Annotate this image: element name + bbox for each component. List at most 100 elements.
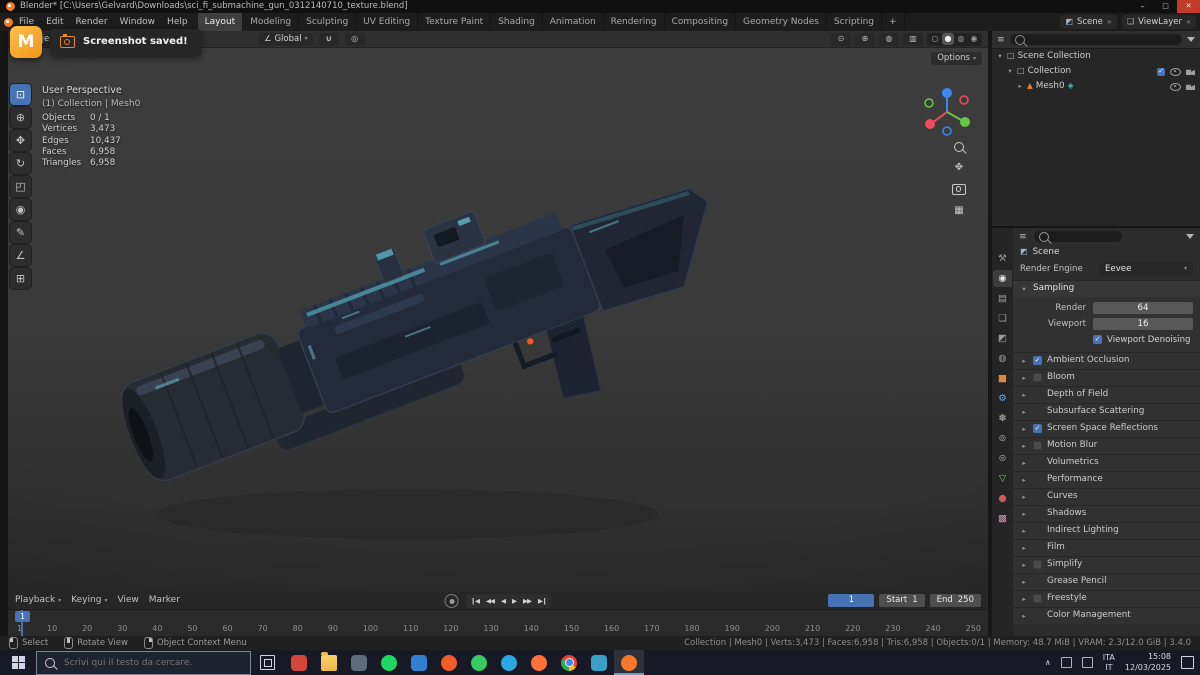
play-button[interactable]: ▶ <box>512 598 517 605</box>
outliner-row-mesh0[interactable]: ▸ Mesh0 <box>992 79 1200 94</box>
timeline-menu[interactable]: Playback <box>15 596 61 605</box>
property-section-header[interactable]: ▸ Screen Space Reflections <box>1013 419 1200 437</box>
outliner-row-scene-collection[interactable]: ▾ Scene Collection <box>992 49 1200 64</box>
workspace-tab[interactable]: Compositing <box>665 13 737 31</box>
tab-object[interactable]: ■ <box>993 370 1012 387</box>
tab-output[interactable]: ▤ <box>993 290 1012 307</box>
eye-icon[interactable] <box>1170 67 1181 76</box>
tool-annotate[interactable]: ✎ <box>10 222 31 243</box>
property-section-header[interactable]: ▸ Color Management <box>1013 606 1200 624</box>
end-frame-field[interactable]: End 250 <box>929 594 981 607</box>
unlink-scene-icon[interactable] <box>1107 18 1112 27</box>
section-checkbox[interactable] <box>1033 356 1042 366</box>
eye-icon[interactable] <box>1170 82 1181 91</box>
magnet-icon[interactable] <box>318 32 339 46</box>
editor-type-icon[interactable] <box>997 35 1005 45</box>
options-dropdown[interactable]: Options <box>931 52 982 65</box>
taskbar-whatsapp-icon[interactable] <box>464 650 494 675</box>
workspace-tab[interactable]: Modeling <box>243 13 300 31</box>
tab-modifiers[interactable]: ⚙ <box>993 390 1012 407</box>
tab-constraints[interactable]: ⊜ <box>993 450 1012 467</box>
render-samples-field[interactable]: 64 <box>1093 301 1193 314</box>
close-button[interactable] <box>1177 0 1200 13</box>
zoom-icon[interactable] <box>954 142 964 152</box>
visibility-icon[interactable] <box>831 32 851 46</box>
taskbar-mail-icon[interactable] <box>404 650 434 675</box>
overlays-icon[interactable] <box>879 32 899 46</box>
shading-solid-icon[interactable] <box>942 33 954 45</box>
tab-physics[interactable]: ⊚ <box>993 430 1012 447</box>
taskbar-telegram-icon[interactable] <box>494 650 524 675</box>
jump-to-start-button[interactable]: ❙◀ <box>471 598 481 605</box>
workspace-tab[interactable]: Texture Paint <box>418 13 492 31</box>
search-input[interactable] <box>62 656 236 669</box>
tray-icon[interactable] <box>1060 657 1072 668</box>
playhead-frame-badge[interactable]: 1 <box>15 611 31 622</box>
section-checkbox[interactable] <box>1033 441 1042 451</box>
shading-rendered-icon[interactable] <box>968 33 980 45</box>
xray-icon[interactable] <box>903 32 923 46</box>
language-indicator[interactable]: ITA IT <box>1103 653 1115 673</box>
render-visibility-icon[interactable] <box>1186 69 1195 75</box>
tab-render[interactable]: ◉ <box>993 270 1012 287</box>
maximize-button[interactable] <box>1154 0 1177 13</box>
taskbar-file-explorer-icon[interactable] <box>314 650 344 675</box>
workspace-tab[interactable]: Animation <box>543 13 604 31</box>
auto-keying-icon[interactable] <box>444 594 459 608</box>
scene-selector[interactable]: Scene <box>1060 15 1117 29</box>
property-section-header[interactable]: ▸ Volumetrics <box>1013 453 1200 471</box>
tray-chevron-icon[interactable] <box>1045 659 1051 667</box>
tab-texture[interactable]: ▩ <box>993 510 1012 527</box>
clock[interactable]: 15:08 12/03/2025 <box>1125 652 1171 673</box>
property-section-header[interactable]: ▸ Film <box>1013 538 1200 556</box>
section-checkbox[interactable] <box>1033 424 1042 434</box>
property-section-header[interactable]: ▸ Simplify <box>1013 555 1200 573</box>
outliner-search-input[interactable] <box>1009 34 1182 45</box>
taskbar-app-slate-icon[interactable] <box>344 650 374 675</box>
tool-transform[interactable]: ◉ <box>10 199 31 220</box>
taskbar-spotify-icon[interactable] <box>374 650 404 675</box>
taskbar-app-red-icon[interactable] <box>284 650 314 675</box>
taskbar-chrome-icon[interactable] <box>554 650 584 675</box>
tool-move[interactable]: ✥ <box>10 130 31 151</box>
tab-particles[interactable]: ✽ <box>993 410 1012 427</box>
tab-view-layer[interactable]: ❏ <box>993 310 1012 327</box>
timeline-ruler[interactable]: 1 1 10 20 30 40 50 60 70 80 90 100 110 120 130 140 150 1… <box>8 610 988 637</box>
property-section-header[interactable]: ▸ Subsurface Scattering <box>1013 402 1200 420</box>
start-button[interactable] <box>0 650 36 675</box>
tray-icon[interactable] <box>1081 657 1093 668</box>
section-checkbox[interactable] <box>1033 373 1042 383</box>
current-frame-field[interactable]: 1 <box>828 594 875 607</box>
property-section-header[interactable]: ▸ Bloom <box>1013 368 1200 386</box>
pan-hand-icon[interactable] <box>955 163 963 173</box>
section-checkbox[interactable] <box>1033 594 1042 604</box>
remove-viewlayer-icon[interactable] <box>1186 18 1191 27</box>
render-engine-dropdown[interactable]: Eevee <box>1099 261 1193 276</box>
sampling-panel-header[interactable]: ▾ Sampling <box>1013 279 1200 297</box>
chevron-right-icon[interactable]: ▸ <box>1016 83 1024 90</box>
shading-wireframe-icon[interactable] <box>929 33 941 45</box>
chevron-down-icon[interactable]: ▾ <box>1006 68 1014 75</box>
navigation-gizmo[interactable] <box>920 84 974 138</box>
next-keyframe-button[interactable]: ▶▶ <box>523 598 532 605</box>
taskbar-blender-icon[interactable] <box>614 650 644 675</box>
viewlayer-selector[interactable]: ViewLayer <box>1121 15 1196 29</box>
play-reverse-button[interactable]: ◀ <box>501 598 506 605</box>
jump-to-end-button[interactable]: ▶❙ <box>538 598 548 605</box>
collection-checkbox[interactable] <box>1157 67 1165 76</box>
property-section-header[interactable]: ▸ Ambient Occlusion <box>1013 351 1200 369</box>
filter-funnel-icon[interactable] <box>1187 37 1195 42</box>
property-section-header[interactable]: ▸ Performance <box>1013 470 1200 488</box>
gun-model-3d[interactable] <box>88 118 768 558</box>
filter-funnel-icon[interactable] <box>1186 234 1194 239</box>
tool-measure[interactable]: ∠ <box>10 245 31 266</box>
tool-cursor[interactable]: ⊕ <box>10 107 31 128</box>
tool-add-cube[interactable]: ⊞ <box>10 268 31 289</box>
taskbar-brave-icon[interactable] <box>434 650 464 675</box>
workspace-tab[interactable]: + <box>882 13 905 31</box>
prev-keyframe-button[interactable]: ◀◀ <box>486 598 495 605</box>
timeline-menu[interactable]: View <box>117 596 138 605</box>
chevron-down-icon[interactable]: ▾ <box>996 53 1004 60</box>
proportional-icon[interactable] <box>344 32 365 46</box>
property-section-header[interactable]: ▸ Motion Blur <box>1013 436 1200 454</box>
